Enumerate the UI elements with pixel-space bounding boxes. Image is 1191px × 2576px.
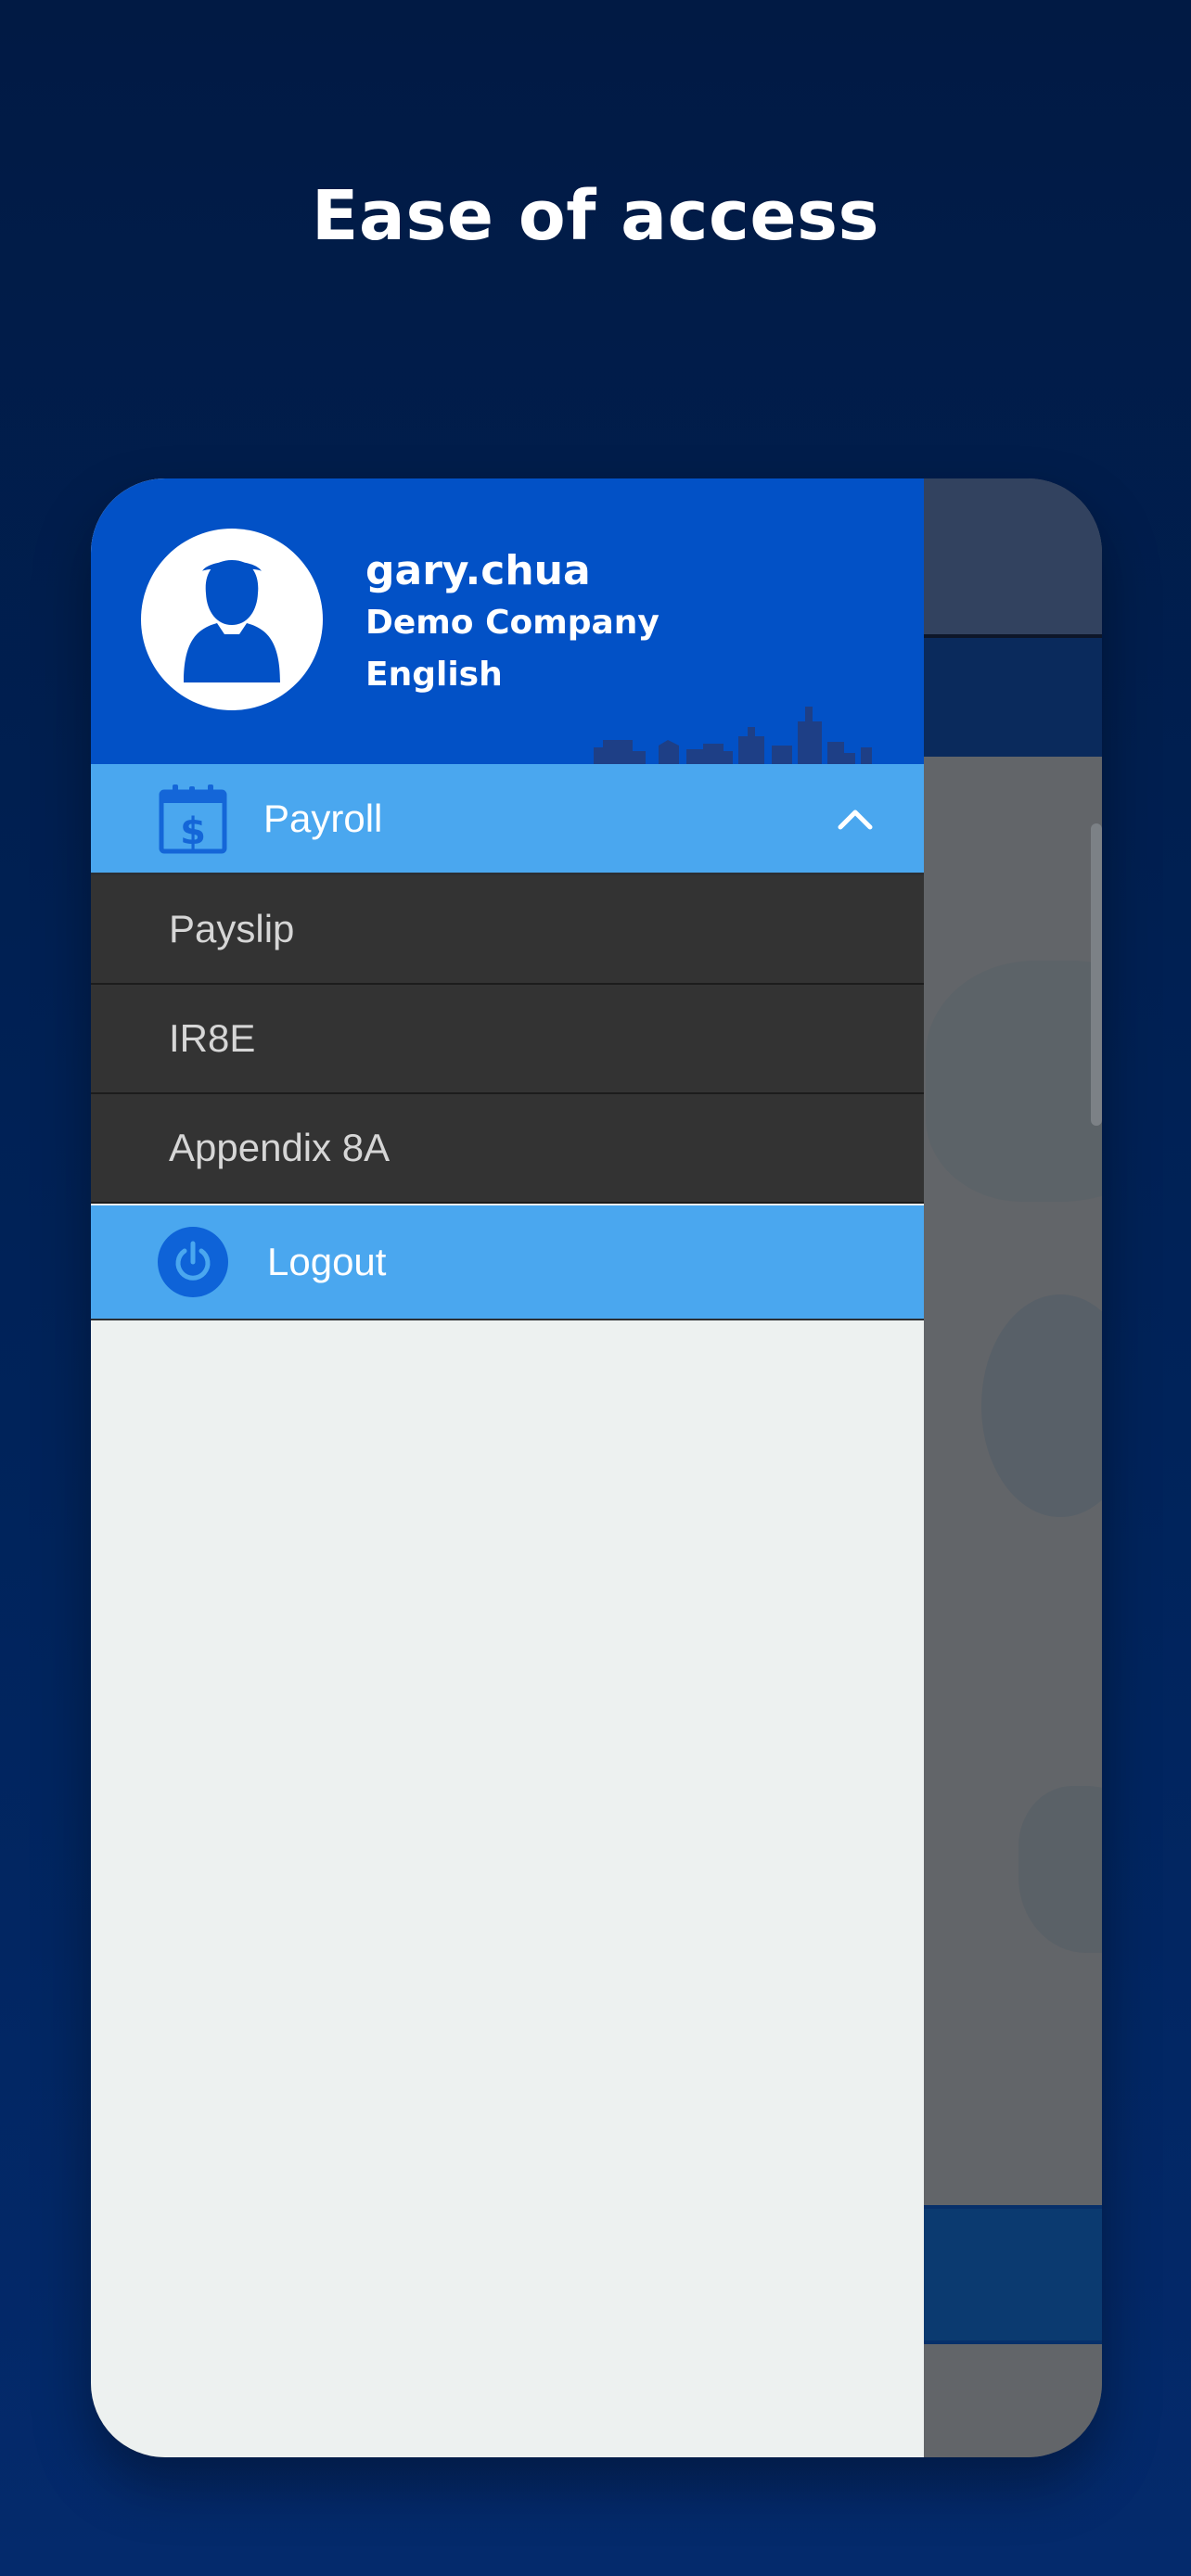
background-scrollbar bbox=[1091, 823, 1102, 1126]
svg-text:$: $ bbox=[180, 810, 206, 853]
submenu-item-label: Appendix 8A bbox=[169, 1126, 391, 1169]
drawer-header: gary.chua Demo Company English bbox=[91, 478, 924, 764]
user-avatar-icon[interactable] bbox=[141, 529, 323, 710]
submenu-item-label: Payslip bbox=[169, 907, 295, 950]
company-name[interactable]: Demo Company bbox=[365, 597, 660, 649]
menu-payroll[interactable]: $ Payroll bbox=[91, 764, 924, 875]
submenu-item-appendix-8a[interactable]: Appendix 8A bbox=[91, 1094, 924, 1204]
background-app-button bbox=[907, 2205, 1102, 2344]
menu-payroll-label: Payroll bbox=[263, 796, 383, 840]
submenu-item-payslip[interactable]: Payslip bbox=[91, 875, 924, 985]
language-selector[interactable]: English bbox=[365, 649, 660, 701]
menu-logout-label: Logout bbox=[267, 1240, 387, 1283]
username: gary.chua bbox=[365, 547, 591, 594]
promo-headline: Ease of access bbox=[311, 176, 880, 256]
navigation-drawer: gary.chua Demo Company English $ Payroll bbox=[91, 478, 924, 2457]
submenu-item-label: IR8E bbox=[169, 1016, 256, 1060]
power-icon bbox=[158, 1227, 228, 1297]
calendar-dollar-icon: $ bbox=[156, 782, 230, 856]
chevron-up-icon[interactable] bbox=[835, 799, 876, 840]
city-skyline-icon bbox=[594, 707, 872, 764]
submenu-item-ir8e[interactable]: IR8E bbox=[91, 985, 924, 1094]
phone-screen: gary.chua Demo Company English $ Payroll bbox=[91, 478, 1102, 2457]
background-map-shape bbox=[926, 961, 1102, 1202]
menu-logout[interactable]: Logout bbox=[91, 1205, 924, 1320]
